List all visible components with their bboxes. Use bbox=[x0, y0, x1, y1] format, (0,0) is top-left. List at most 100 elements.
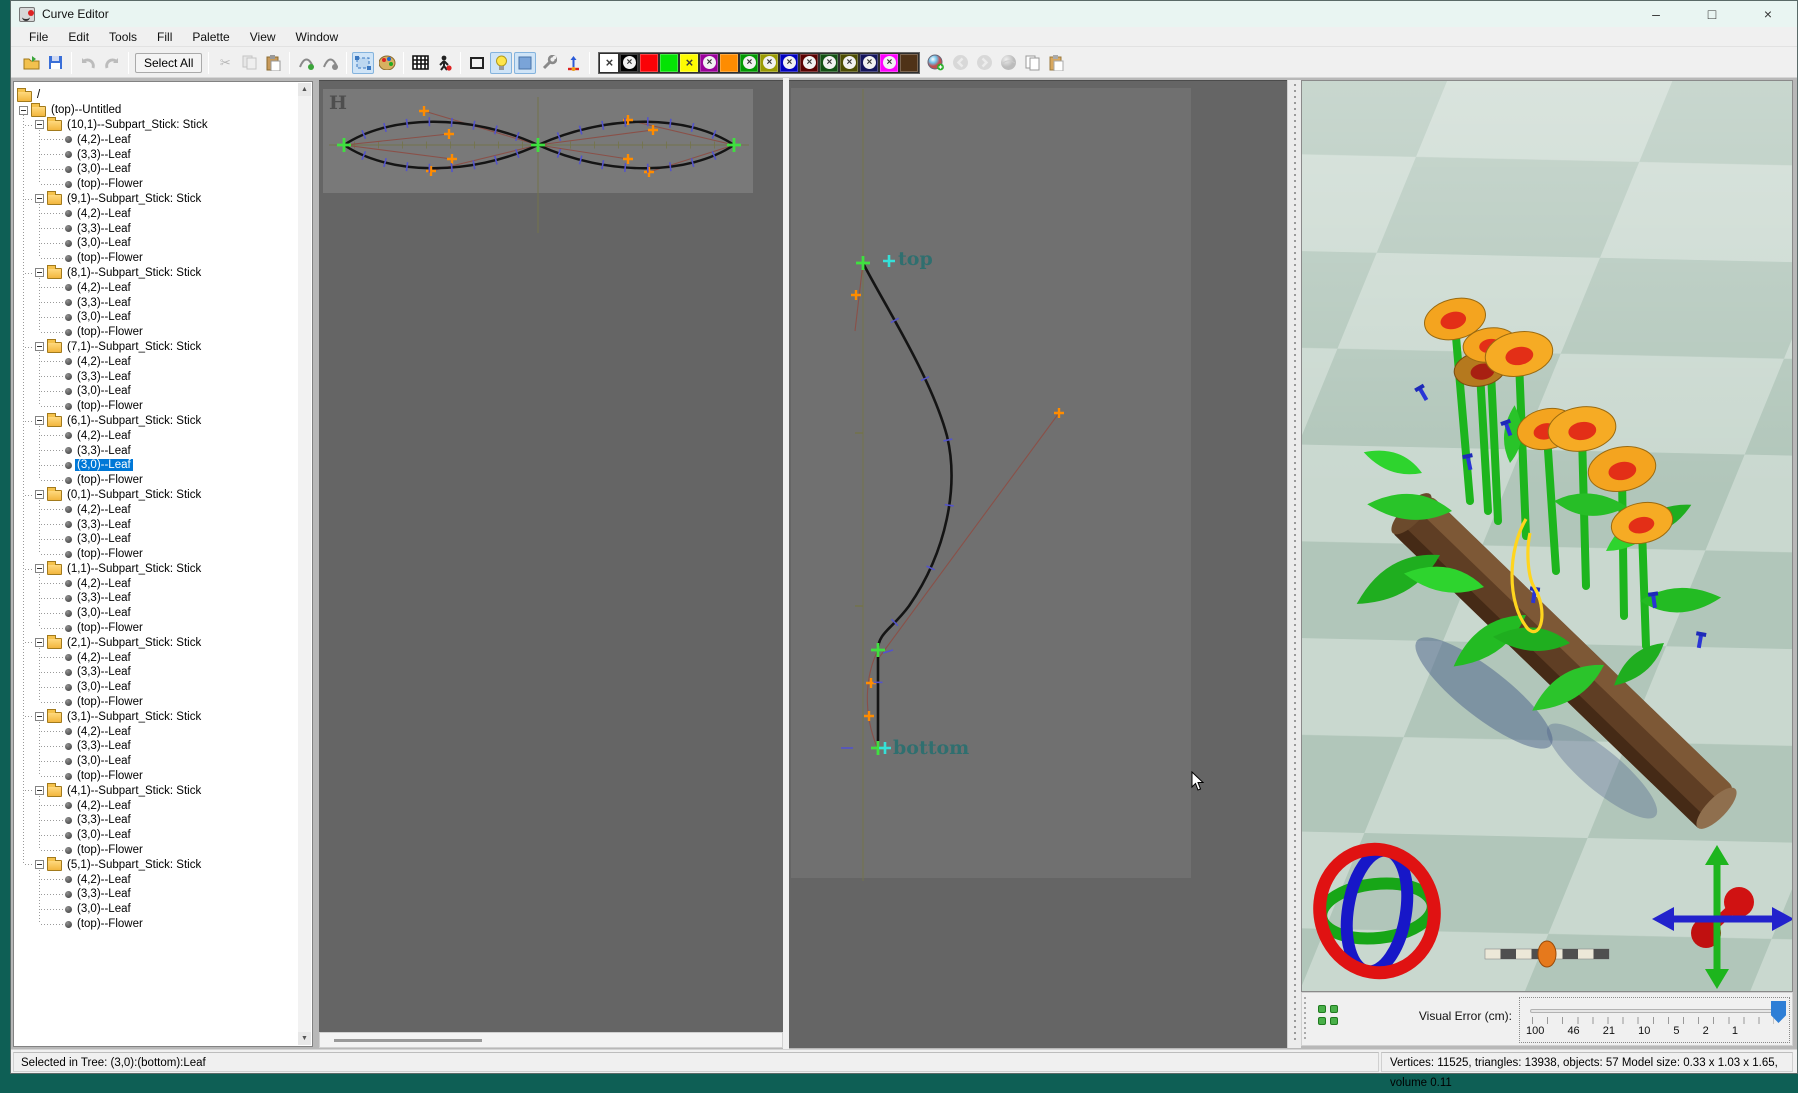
color-swatch-8[interactable]: × bbox=[759, 53, 779, 73]
curve-panel-horizontal[interactable]: H bbox=[319, 80, 783, 1032]
scene-tree-panel[interactable]: /(top)--Untitled(10,1)--Subpart_Stick: S… bbox=[13, 81, 313, 1047]
color-swatch-3[interactable] bbox=[659, 53, 679, 73]
menu-item-file[interactable]: File bbox=[19, 28, 58, 46]
menu-item-edit[interactable]: Edit bbox=[58, 28, 99, 46]
lightbulb-icon[interactable] bbox=[490, 52, 512, 74]
dolly-handle[interactable] bbox=[1538, 941, 1556, 967]
grid-icon[interactable] bbox=[409, 52, 431, 74]
horizontal-curve-canvas[interactable]: H bbox=[319, 81, 783, 1033]
visual-error-slider[interactable]: 100462110521 bbox=[1519, 997, 1790, 1043]
undo-button[interactable] bbox=[77, 52, 99, 74]
tree-item-subpart-4[interactable]: (6,1)--Subpart_Stick: Stick bbox=[14, 414, 298, 429]
tree-item-leaf[interactable]: (top)--Flower bbox=[14, 621, 298, 636]
expander-icon[interactable] bbox=[35, 638, 44, 647]
tree-scrollbar[interactable]: ▲ ▼ bbox=[298, 83, 311, 1045]
color-swatch-5[interactable]: × bbox=[699, 53, 719, 73]
copy-page-icon[interactable] bbox=[1021, 52, 1043, 74]
expand-view-icon[interactable] bbox=[1318, 1005, 1340, 1027]
scroll-down-icon[interactable]: ▼ bbox=[298, 1032, 311, 1045]
color-swatch-15[interactable] bbox=[899, 53, 919, 73]
scene-3d[interactable] bbox=[1302, 81, 1792, 991]
paste-icon[interactable] bbox=[262, 52, 284, 74]
tree-item-subpart-8[interactable]: (3,1)--Subpart_Stick: Stick bbox=[14, 709, 298, 724]
open-file-button[interactable] bbox=[20, 52, 42, 74]
tree-item-leaf[interactable]: (4,2)--Leaf bbox=[14, 206, 298, 221]
save-button[interactable] bbox=[44, 52, 66, 74]
color-swatch-1[interactable]: × bbox=[619, 53, 639, 73]
curve-panel-vertical[interactable]: top bottom bbox=[789, 80, 1287, 1048]
frame-icon[interactable] bbox=[466, 52, 488, 74]
expander-icon[interactable] bbox=[35, 120, 44, 129]
history-back-icon[interactable] bbox=[949, 52, 971, 74]
redo-button[interactable] bbox=[101, 52, 123, 74]
vertical-curve-canvas[interactable]: top bottom bbox=[789, 81, 1287, 1049]
expander-icon[interactable] bbox=[35, 490, 44, 499]
tree-item-leaf[interactable]: (3,0)--Leaf bbox=[14, 532, 298, 547]
sphere-new-icon[interactable] bbox=[925, 52, 947, 74]
tree-item-leaf[interactable]: (top)--Flower bbox=[14, 769, 298, 784]
tree-item-leaf[interactable]: (top)--Flower bbox=[14, 325, 298, 340]
expander-icon[interactable] bbox=[35, 786, 44, 795]
tree-item-subpart-2[interactable]: (8,1)--Subpart_Stick: Stick bbox=[14, 266, 298, 281]
tree-item-leaf[interactable]: (top)--Flower bbox=[14, 917, 298, 932]
expander-icon[interactable] bbox=[35, 194, 44, 203]
tree-item-leaf[interactable]: (3,0)--Leaf bbox=[14, 680, 298, 695]
expander-icon[interactable] bbox=[35, 564, 44, 573]
tree-item-subpart-9[interactable]: (4,1)--Subpart_Stick: Stick bbox=[14, 783, 298, 798]
cut-icon[interactable]: ✂ bbox=[214, 52, 236, 74]
color-swatch-6[interactable] bbox=[719, 53, 739, 73]
tree-item-leaf[interactable]: (4,2)--Leaf bbox=[14, 428, 298, 443]
tree-item-leaf[interactable]: (3,3)--Leaf bbox=[14, 591, 298, 606]
color-swatch-11[interactable]: × bbox=[819, 53, 839, 73]
scrollbar-thumb[interactable] bbox=[334, 1039, 482, 1042]
tree-item-leaf[interactable]: (top)--Flower bbox=[14, 843, 298, 858]
tree-item-leaf[interactable]: (3,0)--Leaf bbox=[14, 310, 298, 325]
expander-icon[interactable] bbox=[35, 416, 44, 425]
mannequin-icon[interactable] bbox=[433, 52, 455, 74]
tree-item-subpart-3[interactable]: (7,1)--Subpart_Stick: Stick bbox=[14, 340, 298, 355]
tree-item-leaf[interactable]: (top)--Flower bbox=[14, 473, 298, 488]
wrench-icon[interactable] bbox=[538, 52, 560, 74]
tree-item-leaf[interactable]: (top)--Flower bbox=[14, 251, 298, 266]
menu-item-view[interactable]: View bbox=[240, 28, 286, 46]
expander-icon[interactable] bbox=[35, 268, 44, 277]
tree-item-leaf[interactable]: (3,3)--Leaf bbox=[14, 665, 298, 680]
expander-icon[interactable] bbox=[35, 342, 44, 351]
tree-item-leaf[interactable]: (4,2)--Leaf bbox=[14, 798, 298, 813]
tree-item-leaf[interactable]: (3,0)--Leaf bbox=[14, 384, 298, 399]
tree-item-leaf[interactable]: (top)--Flower bbox=[14, 399, 298, 414]
tree-item-root[interactable]: / bbox=[14, 88, 298, 103]
tree-item-leaf[interactable]: (3,0)--Leaf bbox=[14, 236, 298, 251]
tree-item-leaf[interactable]: (3,0)--Leaf bbox=[14, 828, 298, 843]
color-swatch-12[interactable]: × bbox=[839, 53, 859, 73]
tree-item-leaf[interactable]: (4,2)--Leaf bbox=[14, 576, 298, 591]
tree-item-leaf[interactable]: (3,3)--Leaf bbox=[14, 887, 298, 902]
history-forward-icon[interactable] bbox=[973, 52, 995, 74]
maximize-button[interactable]: □ bbox=[1697, 6, 1727, 22]
tree-item-leaf[interactable]: (3,3)--Leaf bbox=[14, 221, 298, 236]
tree-item-leaf[interactable]: (3,3)--Leaf bbox=[14, 739, 298, 754]
menu-item-fill[interactable]: Fill bbox=[147, 28, 182, 46]
tree-item-leaf[interactable]: (4,2)--Leaf bbox=[14, 872, 298, 887]
color-swatch-10[interactable]: × bbox=[799, 53, 819, 73]
curve-node-remove-icon[interactable] bbox=[319, 52, 341, 74]
tree-item-leaf[interactable]: (top)--Flower bbox=[14, 695, 298, 710]
tree-item-subpart-6[interactable]: (1,1)--Subpart_Stick: Stick bbox=[14, 562, 298, 577]
color-swatch-7[interactable]: × bbox=[739, 53, 759, 73]
tree-item-leaf[interactable]: (4,2)--Leaf bbox=[14, 132, 298, 147]
copy-icon[interactable] bbox=[238, 52, 260, 74]
palette-icon[interactable] bbox=[376, 52, 398, 74]
tree-item-leaf[interactable]: (3,3)--Leaf bbox=[14, 517, 298, 532]
tree-item-leaf[interactable]: (3,3)--Leaf bbox=[14, 147, 298, 162]
tree-item-top[interactable]: (top)--Untitled bbox=[14, 103, 298, 118]
tree-item-leaf[interactable]: (3,0)--Leaf bbox=[14, 606, 298, 621]
expander-icon[interactable] bbox=[35, 712, 44, 721]
viewport-splitter[interactable] bbox=[1287, 80, 1301, 1048]
paste-page-icon[interactable] bbox=[1045, 52, 1067, 74]
slider-groove[interactable] bbox=[1530, 1009, 1780, 1013]
tree-item-subpart-0[interactable]: (10,1)--Subpart_Stick: Stick bbox=[14, 118, 298, 133]
panel-splitter[interactable] bbox=[783, 78, 789, 1049]
tree-item-leaf[interactable]: (4,2)--Leaf bbox=[14, 724, 298, 739]
tree-item-leaf[interactable]: (4,2)--Leaf bbox=[14, 354, 298, 369]
tree-item-leaf[interactable]: (3,3)--Leaf bbox=[14, 443, 298, 458]
